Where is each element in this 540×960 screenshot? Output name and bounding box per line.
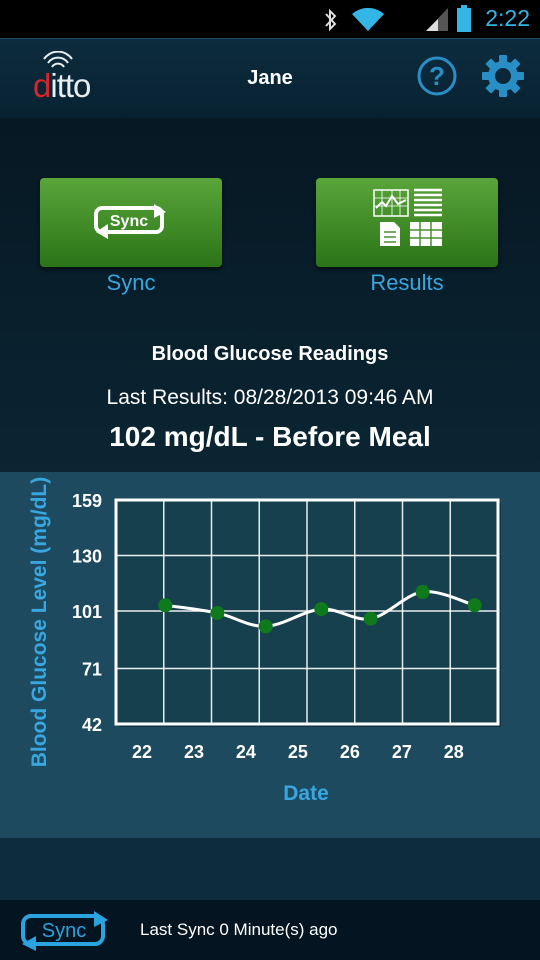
data-point <box>210 605 225 620</box>
latest-reading: 102 mg/dL - Before Meal <box>109 421 431 452</box>
x-tick-label: 28 <box>444 742 464 762</box>
y-tick-label: 130 <box>72 547 102 567</box>
signal-icon <box>426 8 448 31</box>
x-tick-label: 22 <box>132 742 152 762</box>
sync-button[interactable]: Sync <box>40 178 222 267</box>
help-icon[interactable]: ? <box>416 55 458 97</box>
results-button-label[interactable]: Results <box>316 270 498 296</box>
empty-panel <box>0 838 540 900</box>
sync-small-text: Sync <box>42 920 86 942</box>
x-tick-label: 26 <box>340 742 360 762</box>
bluetooth-icon <box>325 8 337 32</box>
main-section: Sync Sync Results Blood Glucose Readings… <box>0 118 540 472</box>
x-tick-label: 24 <box>236 742 256 762</box>
clock: 2:22 <box>485 5 530 31</box>
y-tick-label: 71 <box>82 659 102 679</box>
bottom-bar: Sync Last Sync 0 Minute(s) ago <box>0 900 540 960</box>
data-point <box>314 602 329 617</box>
wifi-icon <box>352 7 384 32</box>
sync-icon-small[interactable]: Sync <box>18 908 112 952</box>
app-bar: ditto Jane ? <box>0 38 540 118</box>
x-tick-label: 23 <box>184 742 204 762</box>
last-results-date: Last Results: 08/28/2013 09:46 AM <box>106 386 434 409</box>
results-icon <box>373 188 442 246</box>
y-tick-label: 101 <box>72 602 102 622</box>
sync-icon-text: Sync <box>110 213 148 230</box>
last-sync-status: Last Sync 0 Minute(s) ago <box>140 920 338 939</box>
data-point <box>258 619 273 634</box>
battery-icon <box>457 5 471 32</box>
data-point <box>158 598 173 613</box>
sync-icon: Sync <box>94 204 166 239</box>
y-tick-label: 42 <box>82 715 102 735</box>
sync-button-label[interactable]: Sync <box>40 270 222 296</box>
results-button[interactable] <box>316 178 498 267</box>
data-point <box>363 611 378 626</box>
data-point <box>415 584 430 599</box>
glucose-chart: 42 71 101 130 159 22 23 24 25 26 27 28 Blood Glucose… <box>28 477 501 805</box>
status-bar: 2:22 <box>0 0 540 38</box>
x-axis-label: Date <box>283 782 329 805</box>
gear-icon[interactable] <box>480 53 526 99</box>
data-point <box>467 598 482 613</box>
glucose-chart-panel: 42 71 101 130 159 22 23 24 25 26 27 28 Blood Glucose… <box>0 472 540 838</box>
svg-text:?: ? <box>429 61 445 91</box>
x-tick-label: 27 <box>392 742 412 762</box>
x-tick-label: 25 <box>288 742 308 762</box>
y-axis-label: Blood Glucose Level (mg/dL) <box>28 477 51 768</box>
user-name: Jane <box>247 67 293 89</box>
y-tick-label: 159 <box>72 491 102 511</box>
readings-title: Blood Glucose Readings <box>151 343 389 365</box>
